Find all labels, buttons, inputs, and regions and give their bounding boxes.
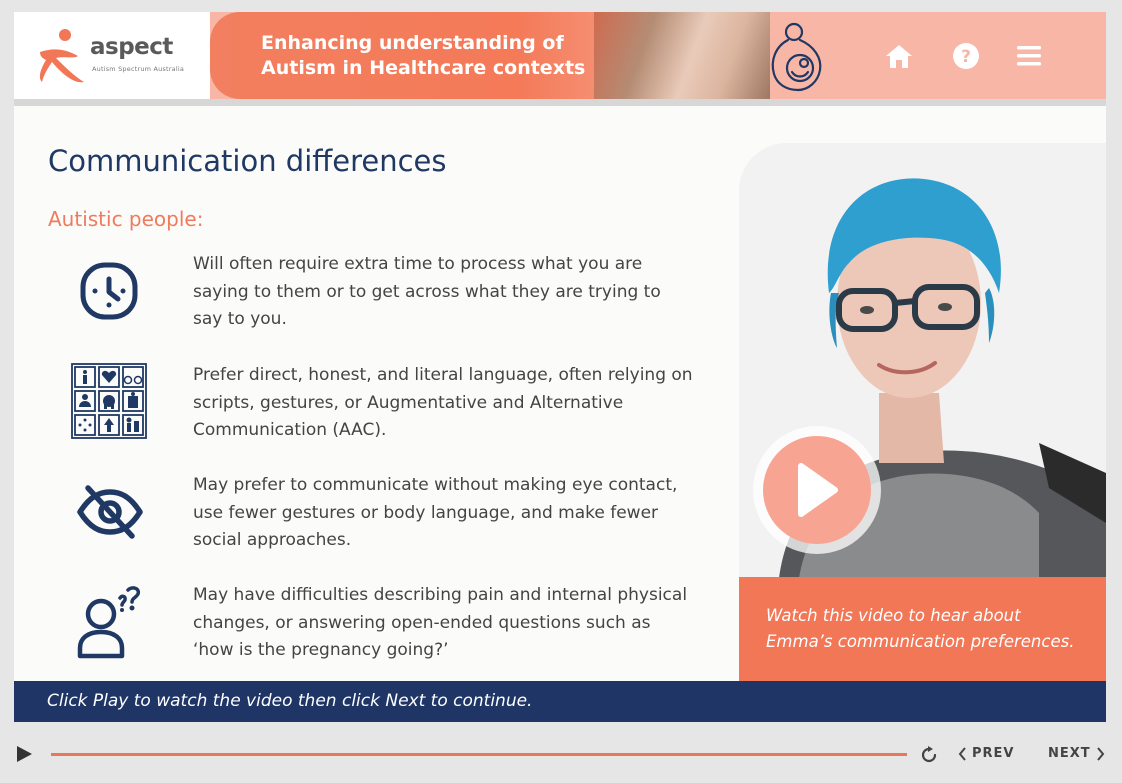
home-icon bbox=[886, 45, 912, 68]
slide-frame: aspect Autism Spectrum Australia Enhanci… bbox=[14, 12, 1106, 722]
play-icon bbox=[798, 463, 838, 517]
header-divider bbox=[14, 99, 1106, 106]
logo-panel: aspect Autism Spectrum Australia bbox=[14, 12, 210, 99]
next-label: NEXT bbox=[1048, 746, 1091, 761]
replay-icon[interactable] bbox=[920, 746, 938, 764]
menu-icon bbox=[1017, 46, 1041, 66]
player-play-icon[interactable] bbox=[14, 744, 34, 764]
person-question-icon bbox=[77, 586, 141, 659]
chevron-right-icon bbox=[1096, 746, 1104, 761]
course-title-line1: Enhancing understanding of bbox=[261, 32, 564, 54]
help-button[interactable]: ? bbox=[950, 40, 982, 72]
eye-off-icon bbox=[77, 485, 143, 539]
instruction-bar: Click Play to watch the video then click… bbox=[14, 681, 1106, 722]
section-subtitle: Autistic people: bbox=[48, 207, 204, 231]
clock-icon bbox=[80, 262, 138, 320]
svg-text:?: ? bbox=[961, 47, 971, 67]
video-caption: Watch this video to hear about Emma’s co… bbox=[739, 577, 1106, 681]
help-icon: ? bbox=[953, 43, 979, 69]
logo-wordmark: aspect bbox=[90, 34, 173, 60]
aac-board-icon bbox=[71, 363, 147, 439]
list-item-text: May have difficulties describing pain an… bbox=[193, 585, 688, 660]
seek-bar[interactable] bbox=[51, 753, 907, 756]
list-item-text: Will often require extra time to process… bbox=[193, 254, 661, 329]
next-button[interactable]: NEXT bbox=[1048, 746, 1105, 761]
video-play-button[interactable] bbox=[753, 426, 881, 554]
video-caption-line1: Watch this video to hear about bbox=[766, 606, 1021, 625]
prev-button[interactable]: PREV bbox=[958, 746, 1014, 761]
chevron-left-icon bbox=[958, 746, 966, 761]
play-button-disc bbox=[763, 436, 871, 544]
course-title: Enhancing understanding of Autism in Hea… bbox=[261, 31, 585, 81]
banner-photo bbox=[594, 12, 770, 99]
page-title: Communication differences bbox=[48, 144, 447, 178]
video-caption-line2: Emma’s communication preferences. bbox=[766, 632, 1075, 651]
course-title-line2: Autism in Healthcare contexts bbox=[261, 57, 586, 79]
menu-button[interactable] bbox=[1013, 40, 1045, 72]
aspect-logo-icon bbox=[39, 29, 84, 83]
list-item-text: May prefer to communicate without making… bbox=[193, 475, 678, 550]
list-item-text: Prefer direct, honest, and literal langu… bbox=[193, 365, 693, 440]
logo-subtext: Autism Spectrum Australia bbox=[92, 65, 185, 73]
player-controls: PREV NEXT bbox=[0, 722, 1122, 783]
home-button[interactable] bbox=[883, 40, 915, 72]
pregnancy-icon bbox=[771, 22, 822, 92]
prev-label: PREV bbox=[972, 746, 1015, 761]
